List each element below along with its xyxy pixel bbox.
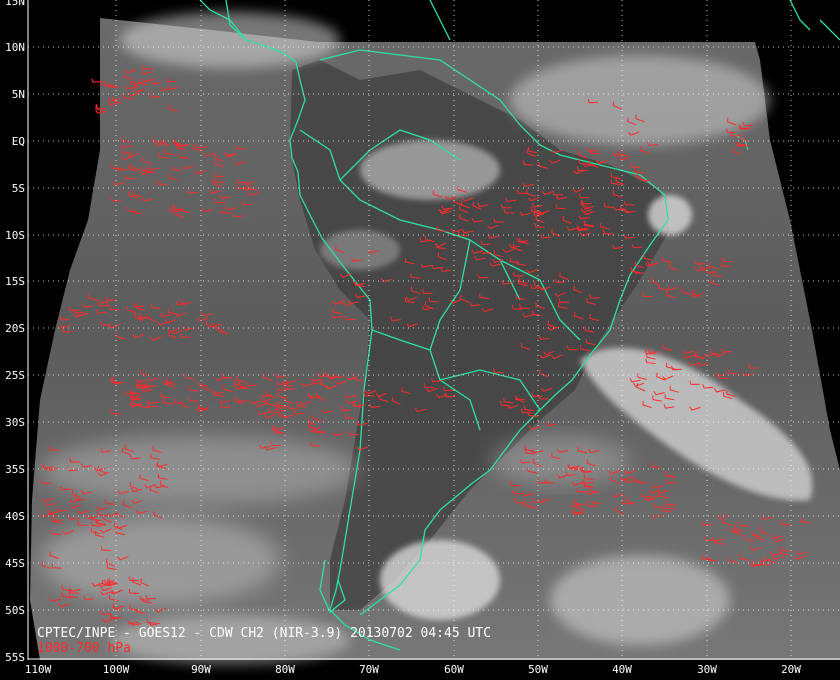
lon-label: 90W: [191, 663, 211, 676]
lat-label: 40S: [5, 510, 25, 523]
map-caption: CPTEC/INPE - GOES12 - CDW CH2 (NIR-3.9) …: [37, 626, 491, 641]
lon-label: 100W: [103, 663, 130, 676]
lat-label: 15N: [5, 0, 25, 8]
longitude-labels: 110W 100W 90W 80W 70W 60W 50W 40W 30W 20…: [25, 663, 802, 676]
lat-label: 20S: [5, 322, 25, 335]
lat-label: 5N: [12, 88, 25, 101]
lon-label: 70W: [359, 663, 379, 676]
lat-label: 5S: [12, 182, 25, 195]
lon-label: 50W: [528, 663, 548, 676]
lat-label: 10N: [5, 41, 25, 54]
lat-label: 50S: [5, 604, 25, 617]
lon-label: 60W: [444, 663, 464, 676]
pressure-layer-label: 1000-700 hPa: [37, 641, 131, 656]
lon-label: 80W: [275, 663, 295, 676]
lat-label: 55S: [5, 651, 25, 664]
lat-label: 25S: [5, 369, 25, 382]
lat-label: 45S: [5, 557, 25, 570]
lat-label: 30S: [5, 416, 25, 429]
lon-label: 40W: [612, 663, 632, 676]
lat-label: 15S: [5, 275, 25, 288]
satellite-image-canvas: 15N 10N 5N EQ 5S 10S 15S 20S 25S 30S 35S…: [5, 0, 840, 676]
lon-label: 20W: [781, 663, 801, 676]
lat-label: 35S: [5, 463, 25, 476]
lat-label: 10S: [5, 229, 25, 242]
lon-label: 30W: [697, 663, 717, 676]
lon-label: 110W: [25, 663, 52, 676]
lat-label: EQ: [12, 135, 25, 148]
satellite-map: 15N 10N 5N EQ 5S 10S 15S 20S 25S 30S 35S…: [0, 0, 840, 680]
latitude-labels: 15N 10N 5N EQ 5S 10S 15S 20S 25S 30S 35S…: [5, 0, 25, 664]
